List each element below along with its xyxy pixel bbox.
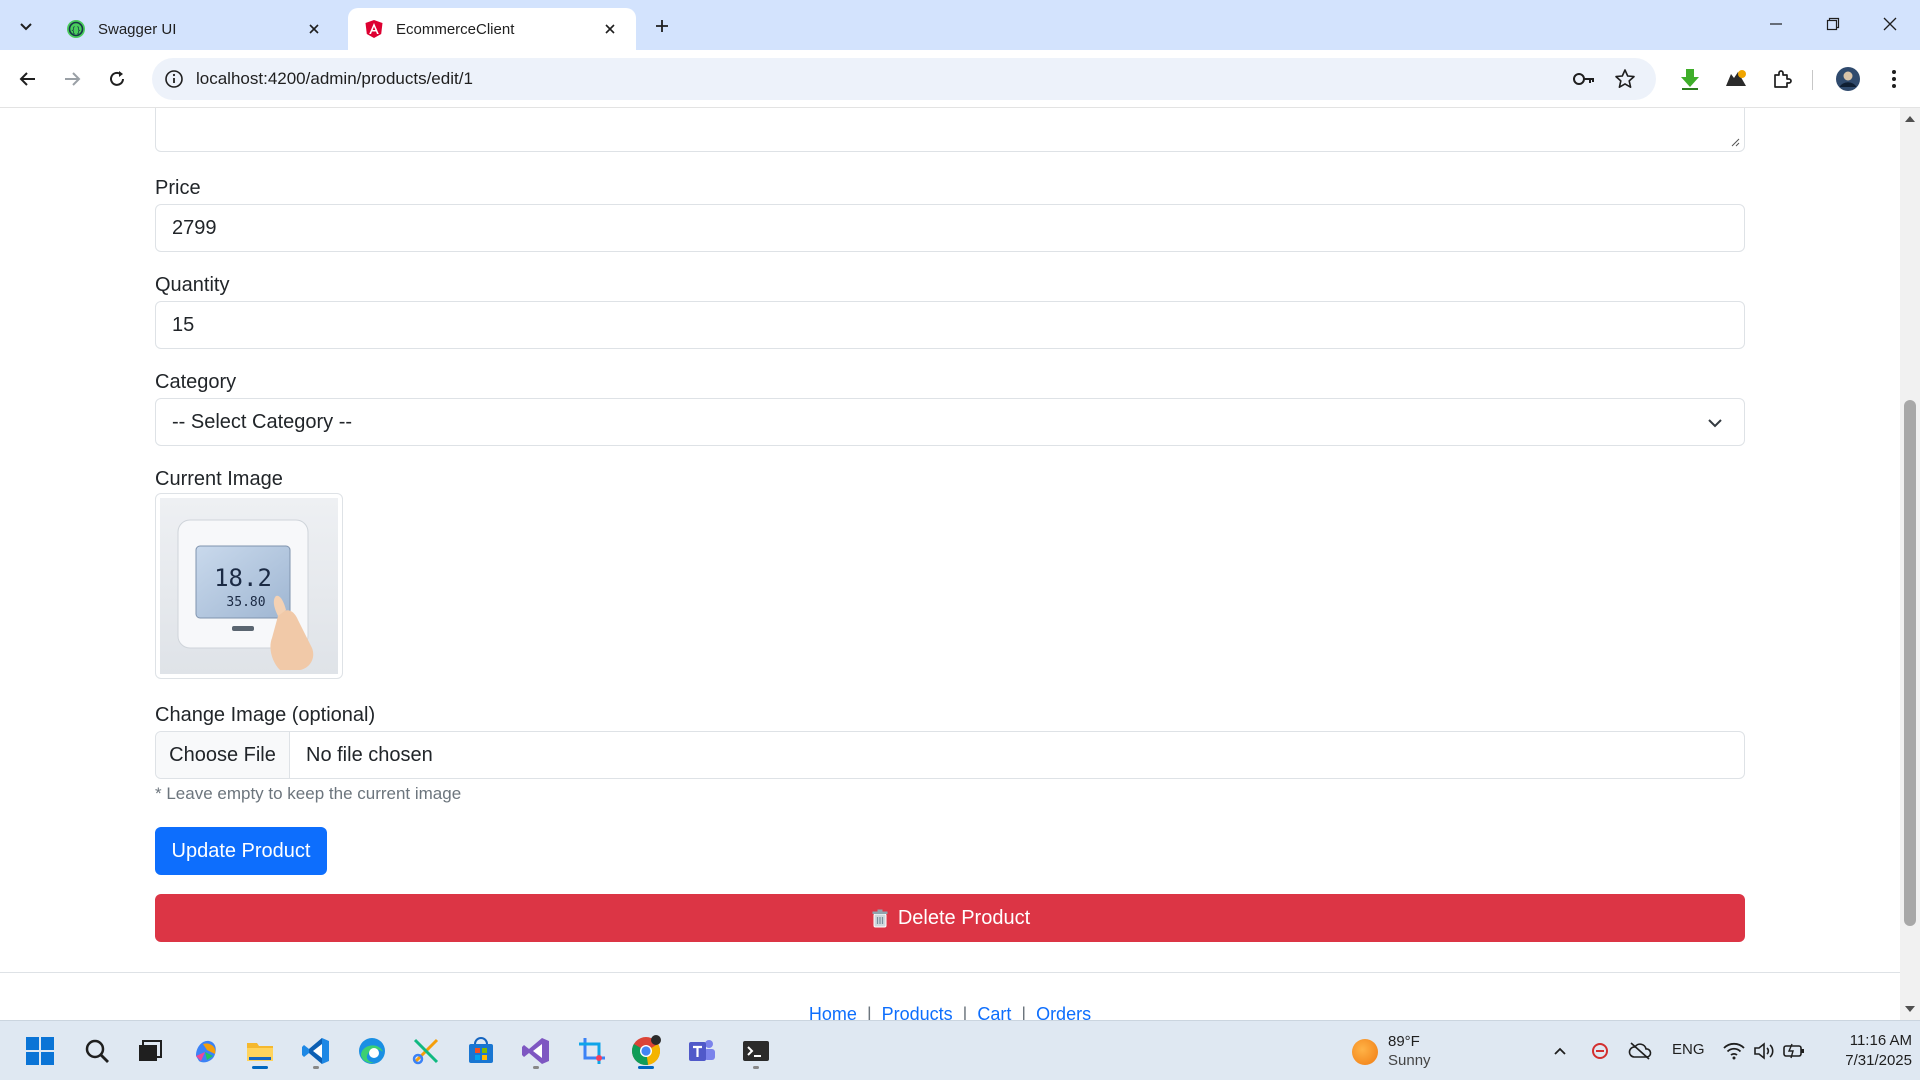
chevron-up-icon[interactable] (1548, 1039, 1572, 1063)
task-view-icon[interactable] (130, 1031, 170, 1071)
footer-link-cart[interactable]: Cart (967, 1004, 1021, 1020)
quantity-label: Quantity (155, 274, 230, 296)
copilot-icon[interactable] (186, 1031, 226, 1071)
price-label: Price (155, 177, 201, 199)
terminal-icon[interactable] (736, 1031, 776, 1071)
tab-ecommerce-client[interactable]: EcommerceClient (348, 8, 636, 50)
footer-link-home[interactable]: Home (799, 1004, 867, 1020)
tab-title: EcommerceClient (396, 20, 515, 38)
update-product-button[interactable]: Update Product (155, 827, 327, 875)
weather-temperature: 89°F (1388, 1033, 1420, 1050)
extension-cat-icon[interactable] (1722, 65, 1750, 93)
search-icon[interactable] (77, 1031, 117, 1071)
restore-icon[interactable] (1813, 10, 1853, 38)
weather-condition: Sunny (1388, 1052, 1431, 1069)
browser-toolbar: localhost:4200/admin/products/edit/1 (0, 50, 1920, 108)
trash-icon (872, 909, 888, 928)
thermostat-humidity-reading: 35.80 (226, 595, 265, 610)
weather-widget[interactable]: 89°F Sunny (1352, 1031, 1462, 1071)
thermostat-image: 18.2 35.80 (160, 498, 338, 674)
battery-icon[interactable] (1782, 1039, 1806, 1063)
reload-icon[interactable] (102, 64, 132, 94)
file-explorer-icon[interactable] (240, 1031, 280, 1071)
forward-icon[interactable] (57, 64, 87, 94)
url-text[interactable]: localhost:4200/admin/products/edit/1 (196, 69, 473, 89)
tab-search-icon[interactable] (12, 12, 40, 40)
bookmark-star-icon[interactable] (1614, 68, 1636, 90)
security-tray-icon[interactable] (1588, 1039, 1612, 1063)
footer-link-products[interactable]: Products (872, 1004, 963, 1020)
toolbar-separator (1812, 70, 1813, 90)
close-icon[interactable] (600, 19, 620, 39)
footer-link-orders[interactable]: Orders (1026, 1004, 1101, 1020)
system-clock[interactable]: 11:16 AM 7/31/2025 (1822, 1031, 1912, 1071)
close-window-icon[interactable] (1870, 10, 1910, 38)
quantity-input[interactable]: 15 (155, 301, 1745, 349)
volume-icon[interactable] (1752, 1039, 1776, 1063)
angular-favicon-icon (365, 20, 383, 38)
current-image-label: Current Image (155, 468, 283, 490)
edge-browser-icon[interactable] (352, 1031, 392, 1071)
site-info-icon[interactable] (164, 69, 184, 89)
image-file-input[interactable]: Choose File No file chosen (155, 731, 1745, 779)
profile-avatar[interactable] (1834, 65, 1862, 93)
resize-grip-icon[interactable] (1730, 137, 1740, 147)
wifi-icon[interactable] (1722, 1039, 1746, 1063)
new-tab-icon[interactable] (648, 12, 676, 40)
scrollbar-thumb[interactable] (1904, 400, 1916, 926)
category-selected-value: -- Select Category -- (172, 410, 353, 433)
change-image-label: Change Image (optional) (155, 704, 376, 726)
svg-text:{}: {} (71, 26, 81, 35)
swagger-favicon-icon: {} (67, 20, 85, 38)
extensions-puzzle-icon[interactable] (1768, 65, 1796, 93)
image-hint-text: * Leave empty to keep the current image (155, 784, 462, 803)
page-scrollbar[interactable] (1900, 108, 1920, 1020)
language-indicator[interactable]: ENG (1672, 1041, 1705, 1058)
back-icon[interactable] (13, 64, 43, 94)
visual-studio-icon[interactable] (516, 1031, 556, 1071)
chevron-down-icon (1708, 419, 1722, 428)
current-product-image: 18.2 35.80 (155, 493, 343, 679)
clock-date: 7/31/2025 (1845, 1052, 1912, 1069)
microsoft-store-icon[interactable] (461, 1031, 501, 1071)
close-icon[interactable] (304, 19, 324, 39)
sun-icon (1352, 1039, 1378, 1065)
tab-strip: {} Swagger UI EcommerceClient (0, 0, 1920, 50)
chrome-icon[interactable] (626, 1031, 666, 1071)
page-viewport: Price 2799 Quantity 15 Category -- Selec… (0, 108, 1920, 1020)
category-select[interactable]: -- Select Category -- (155, 398, 1745, 446)
delete-product-label: Delete Product (897, 906, 1031, 929)
more-menu-icon[interactable] (1880, 65, 1908, 93)
footer-nav: Home | Products | Cart | Orders (0, 1004, 1900, 1020)
scroll-down-icon[interactable] (1903, 1002, 1917, 1016)
clock-time: 11:16 AM (1849, 1032, 1912, 1049)
onedrive-offline-icon[interactable] (1628, 1039, 1652, 1063)
address-bar[interactable]: localhost:4200/admin/products/edit/1 (152, 58, 1656, 100)
crop-tool-icon[interactable] (572, 1031, 612, 1071)
windows-start-icon[interactable] (20, 1031, 60, 1071)
scroll-up-icon[interactable] (1903, 112, 1917, 126)
choose-file-button[interactable]: Choose File (156, 732, 290, 778)
teams-icon[interactable] (682, 1031, 722, 1071)
vscode-icon[interactable] (296, 1031, 336, 1071)
footer-divider (0, 972, 1900, 973)
tab-title: Swagger UI (98, 20, 177, 38)
category-label: Category (155, 371, 237, 393)
minimize-icon[interactable] (1756, 10, 1796, 38)
delete-product-button[interactable]: Delete Product (155, 894, 1745, 942)
thermostat-temp-reading: 18.2 (214, 564, 272, 592)
windows-taskbar: 89°F Sunny ENG 11:16 AM 7/31/2025 (0, 1020, 1920, 1080)
download-extension-icon[interactable] (1676, 65, 1704, 93)
password-key-icon[interactable] (1572, 68, 1596, 90)
description-textarea[interactable] (155, 108, 1745, 152)
file-status-text: No file chosen (306, 743, 433, 766)
tab-swagger-ui[interactable]: {} Swagger UI (50, 8, 340, 50)
snipping-tool-icon[interactable] (406, 1031, 446, 1071)
price-input[interactable]: 2799 (155, 204, 1745, 252)
